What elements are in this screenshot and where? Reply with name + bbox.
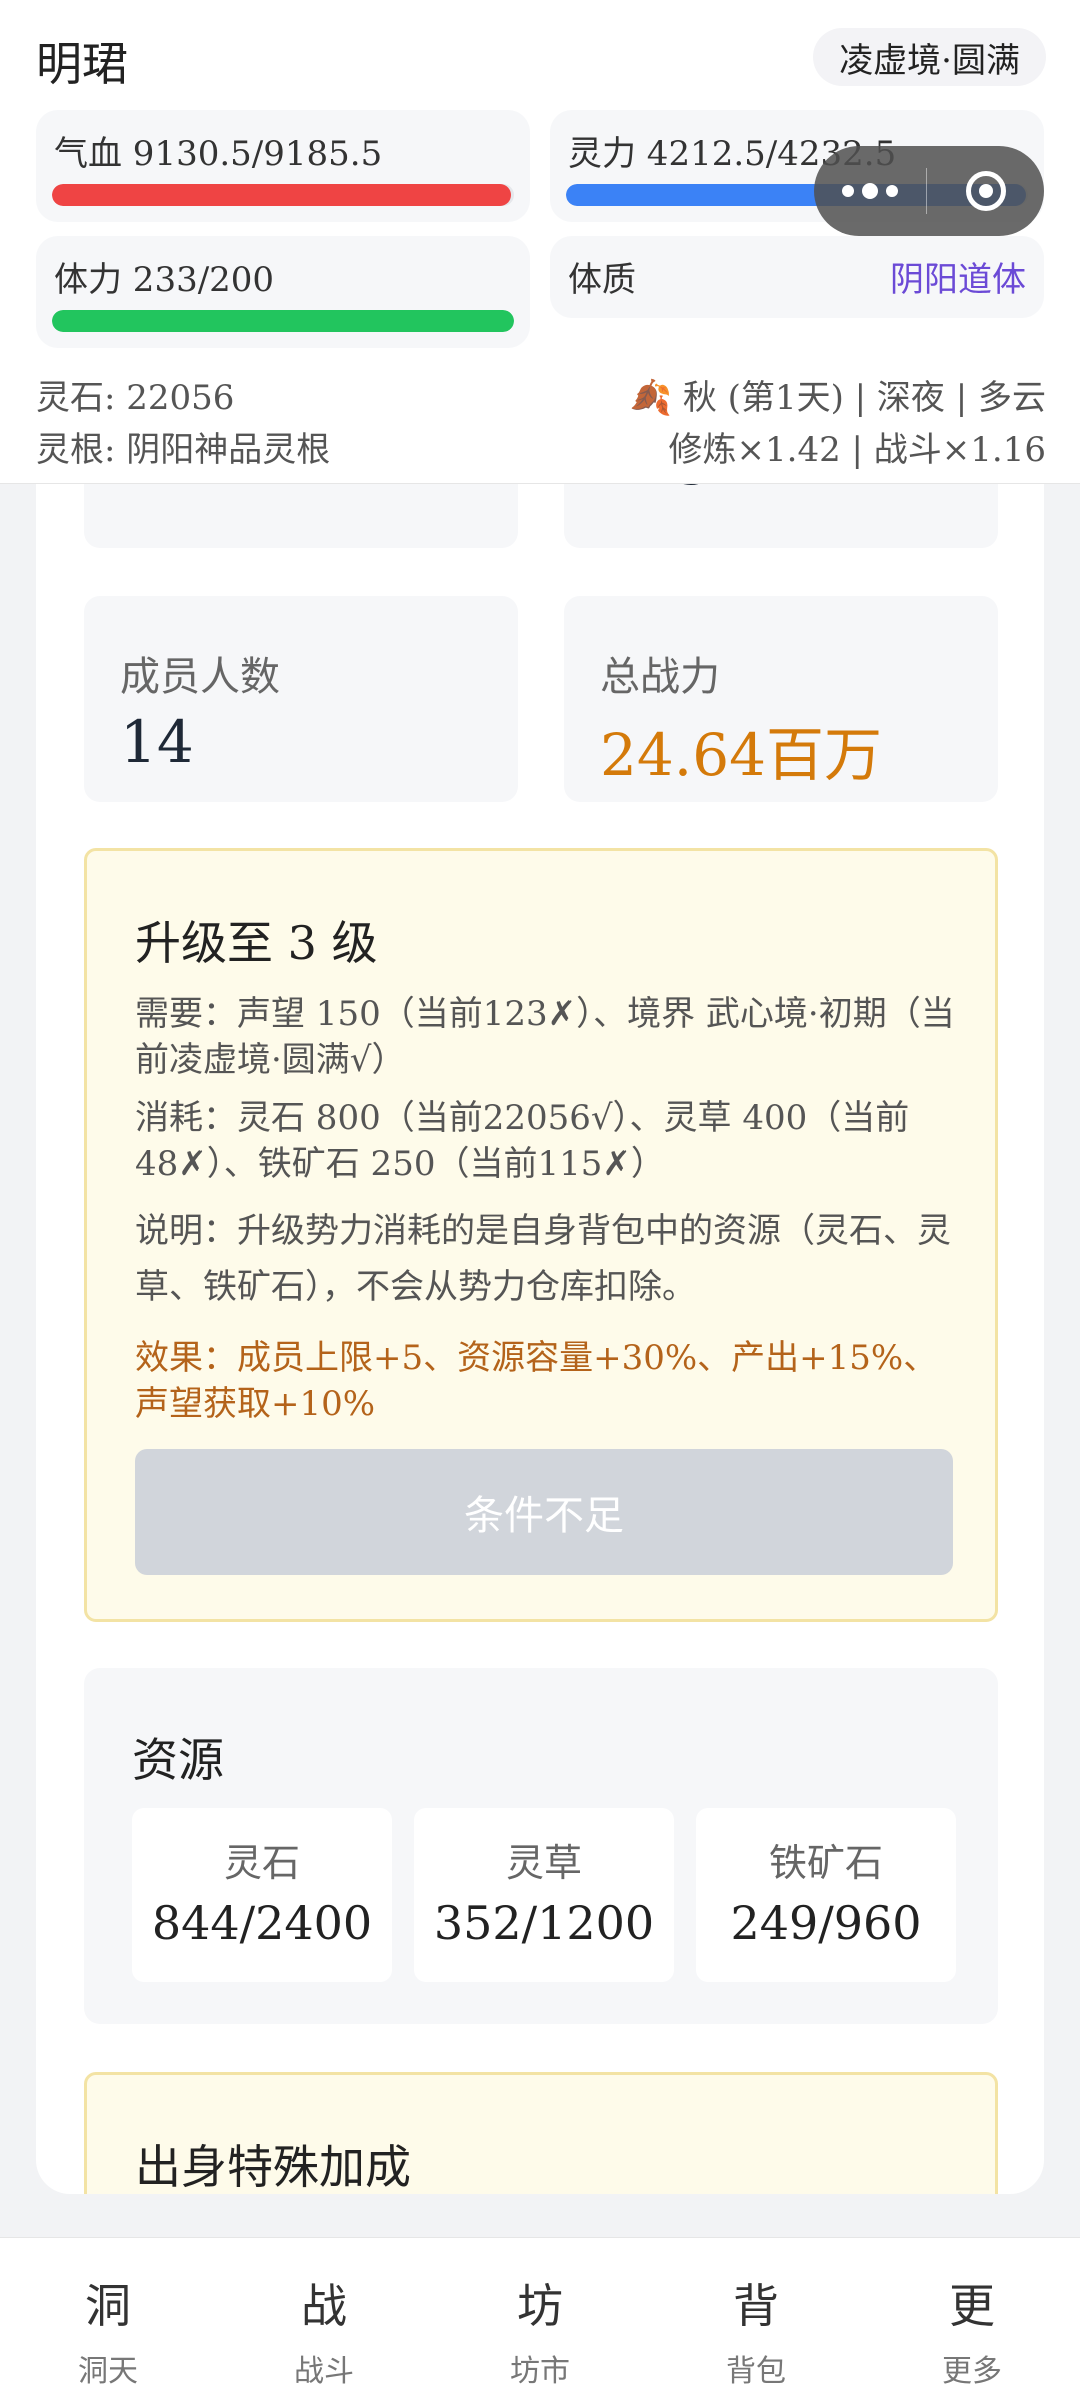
more-icon: 更 [949, 2279, 995, 2333]
nav-label: 坊市 [510, 2354, 570, 2389]
nav-label: 洞天 [78, 2354, 138, 2389]
members-value: 14 [120, 708, 194, 776]
nav-item-dongtian[interactable]: 洞 洞天 [0, 2238, 216, 2401]
stamina-bar-fill [52, 310, 514, 332]
constitution-label: 体质 [568, 260, 636, 300]
resource-label: 灵石 [223, 1841, 300, 1885]
market-icon: 坊 [517, 2279, 563, 2333]
total-power-label: 总战力 [600, 654, 720, 700]
resource-spirit-stone: 灵石 844/2400 [132, 1808, 392, 1982]
members-tile: 成员人数 14 [84, 596, 518, 802]
upgrade-cost: 消耗：灵石 800（当前22056√）、灵草 400（当前48✗）、铁矿石 25… [135, 1098, 910, 1184]
upgrade-note: 说明：升级势力消耗的是自身背包中的资源（灵石、灵草、铁矿石），不会从势力仓库扣除… [135, 1211, 951, 1307]
resources-card: 资源 灵石 844/2400 灵草 352/1200 铁矿石 249/960 [84, 1668, 998, 2024]
nav-item-more[interactable]: 更 更多 [864, 2238, 1080, 2401]
nav-label: 战斗 [294, 2354, 354, 2389]
total-power-value: 24.64百万 [600, 721, 883, 789]
bottom-nav: 洞 洞天 战 战斗 坊 坊市 背 背包 更 更多 [0, 2237, 1080, 2401]
bag-icon: 背 [733, 2279, 779, 2333]
stamina-bar [52, 310, 514, 332]
realm-badge[interactable]: 凌虚境·圆满 [813, 28, 1046, 86]
origin-bonus-card: 出身特殊加成 [84, 2072, 998, 2194]
resource-label: 铁矿石 [768, 1841, 883, 1885]
resource-iron-ore: 铁矿石 249/960 [696, 1808, 956, 1982]
close-miniprogram-icon[interactable] [927, 171, 1044, 211]
dongtian-icon: 洞 [85, 2279, 131, 2333]
multipliers-text: 修炼×1.42 | 战斗×1.16 [668, 430, 1046, 470]
season-weather-text: 🍂 秋 (第1天) | 深夜 | 多云 [629, 378, 1046, 418]
status-header: 明珺 凌虚境·圆满 气血 9130.5/9185.5 灵力 4212.5/423… [0, 0, 1080, 484]
upgrade-requirement: 需要：声望 150（当前123✗）、境界 武心境·初期（当前凌虚境·圆满√） [135, 994, 955, 1080]
nav-item-market[interactable]: 坊 坊市 [432, 2238, 648, 2401]
upgrade-effect: 效果：成员上限+5、资源容量+30%、产出+15%、声望获取+10% [135, 1338, 938, 1424]
resource-spirit-herb: 灵草 352/1200 [414, 1808, 674, 1982]
members-label: 成员人数 [120, 654, 280, 700]
faction-panel: 2 123 成员人数 14 总战力 24.64百万 升级至 3 级 需要：声望 … [36, 420, 1044, 2194]
resource-label: 灵草 [505, 1841, 582, 1885]
hp-bar [52, 184, 514, 206]
battle-icon: 战 [301, 2279, 347, 2333]
spirit-stones-text: 灵石: 22056 [36, 378, 235, 418]
resource-value: 352/1200 [433, 1896, 655, 1950]
stamina-card: 体力 233/200 [36, 236, 530, 348]
stamina-label: 体力 233/200 [54, 260, 275, 300]
player-name: 明珺 [36, 37, 128, 91]
nav-label: 背包 [726, 2354, 786, 2389]
nav-item-bag[interactable]: 背 背包 [648, 2238, 864, 2401]
nav-label: 更多 [942, 2354, 1002, 2389]
miniprogram-capsule[interactable] [814, 146, 1044, 236]
nav-item-battle[interactable]: 战 战斗 [216, 2238, 432, 2401]
more-menu-icon[interactable] [814, 183, 926, 199]
constitution-value[interactable]: 阴阳道体 [890, 252, 1026, 301]
hp-bar-fill [52, 184, 512, 206]
upgrade-title: 升级至 3 级 [135, 916, 378, 970]
total-power-tile: 总战力 24.64百万 [564, 596, 998, 802]
spirit-root-text: 灵根: 阴阳神品灵根 [36, 430, 331, 470]
upgrade-button[interactable]: 条件不足 [135, 1449, 953, 1575]
origin-bonus-title: 出身特殊加成 [135, 2140, 411, 2194]
hp-card: 气血 9130.5/9185.5 [36, 110, 530, 222]
upgrade-card: 升级至 3 级 需要：声望 150（当前123✗）、境界 武心境·初期（当前凌虚… [84, 848, 998, 1622]
hp-label: 气血 9130.5/9185.5 [54, 134, 383, 174]
constitution-card[interactable]: 体质 阴阳道体 [550, 236, 1044, 318]
resource-value: 844/2400 [151, 1896, 373, 1950]
resources-title: 资源 [132, 1733, 224, 1787]
resource-value: 249/960 [730, 1896, 922, 1950]
